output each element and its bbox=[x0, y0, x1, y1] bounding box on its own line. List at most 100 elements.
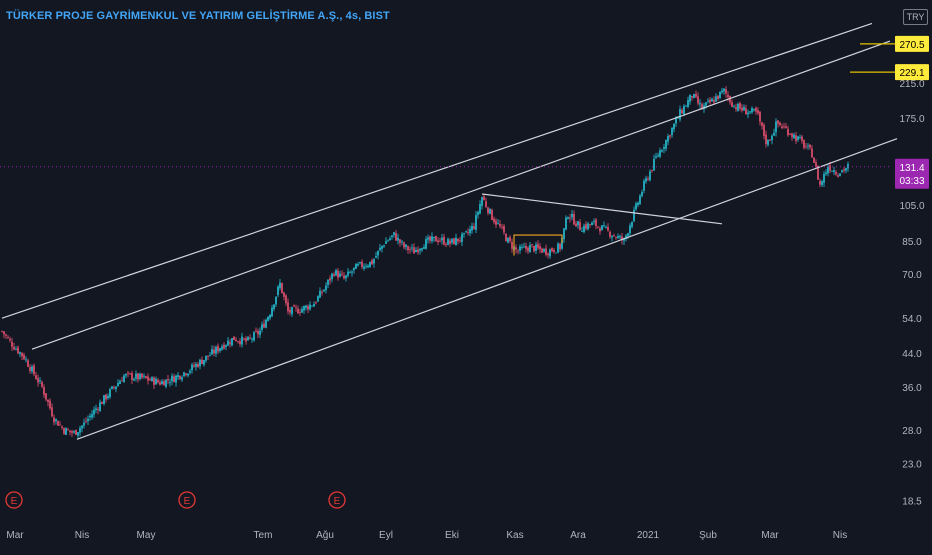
chart-canvas[interactable]: E E E 18.5 23.0 28.0 36.0 44.0 54.0 70.0 85.0 105.… bbox=[0, 0, 932, 550]
candle-body bbox=[517, 250, 519, 252]
triangle-top-line bbox=[481, 193, 723, 225]
candle-body bbox=[321, 292, 323, 293]
candle-body bbox=[533, 245, 535, 252]
symbol-title[interactable]: TÜRKER PROJE GAYRİMENKUL VE YATIRIM GELİ… bbox=[6, 10, 390, 22]
candle-body bbox=[799, 137, 801, 139]
candle-body bbox=[237, 341, 239, 342]
candle-body bbox=[663, 147, 665, 149]
candle-body bbox=[549, 249, 551, 257]
currency-button[interactable]: TRY bbox=[903, 9, 928, 25]
candle-body bbox=[813, 157, 815, 163]
candle-body bbox=[109, 389, 111, 398]
candle-body bbox=[719, 91, 721, 98]
candle-body bbox=[691, 96, 693, 98]
candle-body bbox=[183, 372, 185, 376]
candle-body bbox=[171, 375, 173, 382]
candle-body bbox=[671, 127, 673, 136]
candle-body bbox=[335, 269, 337, 276]
candle-body bbox=[367, 265, 369, 268]
candle-body bbox=[91, 414, 93, 418]
price-axis-tick: 36.0 bbox=[902, 383, 922, 394]
candle-body bbox=[1, 331, 3, 332]
candle-body bbox=[617, 236, 619, 238]
candle-body bbox=[657, 155, 659, 157]
candle-body bbox=[461, 233, 463, 242]
candle-body bbox=[117, 383, 119, 387]
candle-body bbox=[353, 267, 355, 271]
candle-body bbox=[101, 402, 103, 404]
chart[interactable]: E E E 18.5 23.0 28.0 36.0 44.0 54.0 70.0 85.0 105.… bbox=[0, 0, 932, 550]
candle-body bbox=[347, 271, 349, 276]
candle-body bbox=[679, 109, 681, 120]
candle-body bbox=[27, 360, 29, 367]
candle-body bbox=[847, 164, 849, 169]
candle-body bbox=[223, 344, 225, 349]
candle-body bbox=[509, 237, 511, 241]
candle-body bbox=[593, 220, 595, 222]
candle-body bbox=[339, 273, 341, 277]
candle-body bbox=[307, 306, 309, 310]
level-label: 270.5 bbox=[899, 40, 924, 51]
candle-body bbox=[519, 246, 521, 251]
candle-body bbox=[559, 243, 561, 250]
candle-body bbox=[769, 139, 771, 141]
candle-body bbox=[843, 169, 845, 171]
price-axis-tick: 105.0 bbox=[899, 201, 924, 212]
candle-body bbox=[565, 217, 567, 230]
candle-body bbox=[325, 285, 327, 291]
candle-body bbox=[811, 148, 813, 158]
candle-body bbox=[337, 270, 339, 278]
candle-body bbox=[373, 259, 375, 264]
candle-body bbox=[33, 365, 35, 375]
candle-body bbox=[411, 247, 413, 249]
candle-body bbox=[673, 123, 675, 130]
candle-body bbox=[457, 238, 459, 242]
candle-body bbox=[225, 345, 227, 348]
candle-body bbox=[631, 221, 633, 227]
candle-body bbox=[421, 248, 423, 250]
candle-body bbox=[273, 304, 275, 309]
candle-body bbox=[527, 247, 529, 252]
candle-body bbox=[85, 421, 87, 422]
candle-body bbox=[405, 244, 407, 248]
candle-body bbox=[35, 375, 37, 380]
candle-body bbox=[737, 103, 739, 111]
candle-body bbox=[627, 233, 629, 237]
time-axis-tick: May bbox=[137, 530, 156, 541]
candle-body bbox=[377, 250, 379, 256]
candle-body bbox=[463, 232, 465, 235]
candle-body bbox=[489, 208, 491, 214]
candle-body bbox=[651, 170, 653, 171]
price-axis-tick: 54.0 bbox=[902, 314, 922, 325]
candle-body bbox=[491, 209, 493, 220]
candle-body bbox=[195, 363, 197, 367]
candle-body bbox=[845, 168, 847, 171]
candle-body bbox=[487, 207, 489, 213]
candle-body bbox=[545, 248, 547, 255]
candle-body bbox=[563, 228, 565, 240]
candle-body bbox=[323, 289, 325, 292]
candle-body bbox=[363, 266, 365, 269]
candle-body bbox=[555, 252, 557, 254]
earnings-event-label: E bbox=[11, 496, 18, 507]
candle-body bbox=[75, 429, 77, 435]
candle-body bbox=[449, 240, 451, 244]
candle-body bbox=[3, 331, 5, 335]
candle-body bbox=[161, 381, 163, 385]
candle-body bbox=[709, 99, 711, 103]
candle-body bbox=[89, 415, 91, 418]
candle-body bbox=[329, 278, 331, 281]
candle-body bbox=[439, 240, 441, 242]
candle-body bbox=[257, 331, 259, 335]
level-label: 229.1 bbox=[899, 68, 924, 79]
candle-body bbox=[521, 247, 523, 249]
candle-body bbox=[309, 304, 311, 310]
candle-body bbox=[763, 124, 765, 137]
candle-body bbox=[721, 90, 723, 93]
candle-body bbox=[801, 136, 803, 141]
candle-body bbox=[735, 107, 737, 110]
candle-body bbox=[135, 373, 137, 379]
candle-body bbox=[407, 246, 409, 251]
candle-body bbox=[485, 201, 487, 207]
candle-body bbox=[431, 236, 433, 242]
